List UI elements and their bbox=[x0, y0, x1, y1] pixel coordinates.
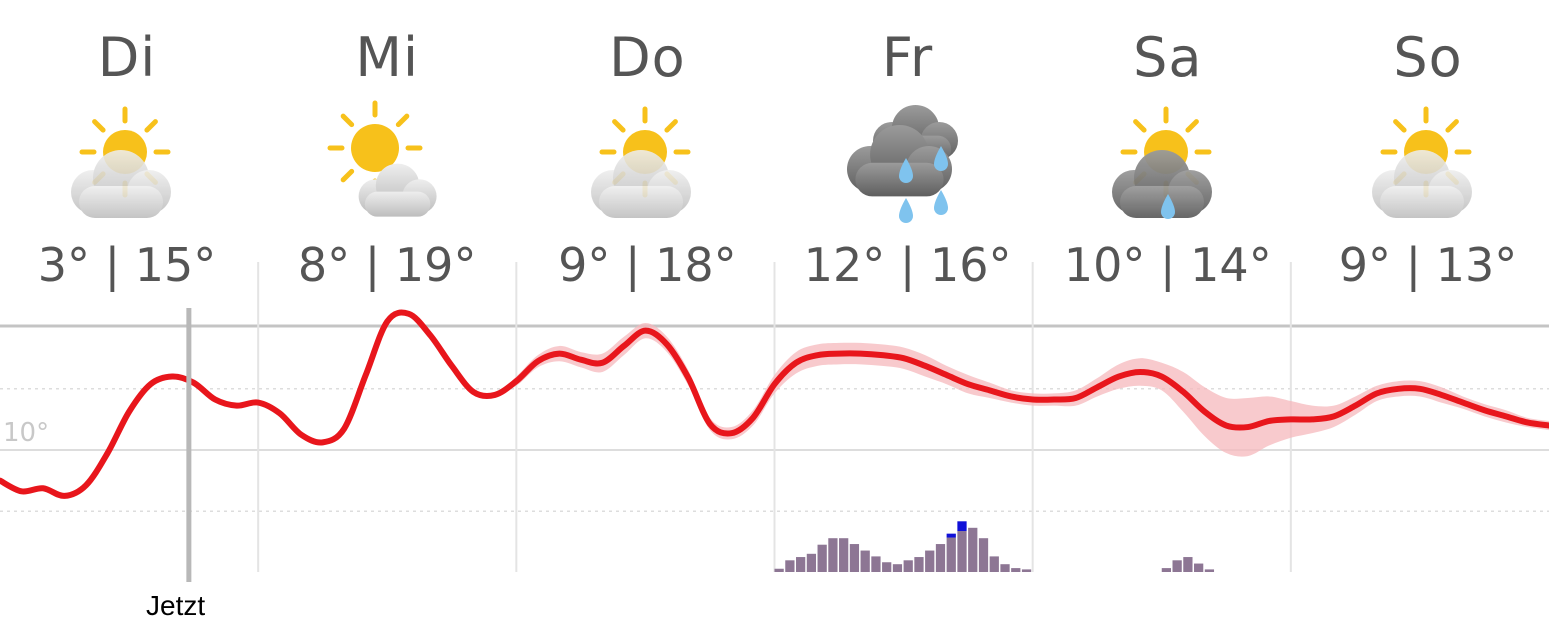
precip-bar bbox=[1183, 557, 1193, 572]
precip-bar bbox=[903, 560, 913, 572]
day-temperature-range: 12° | 16° bbox=[803, 238, 1012, 292]
precip-bar bbox=[1172, 560, 1182, 572]
day-name: Fr bbox=[881, 26, 934, 89]
temperature-chart bbox=[0, 262, 1549, 582]
day-name: Mi bbox=[355, 26, 419, 89]
precip-bar bbox=[892, 564, 903, 572]
day-name: Do bbox=[609, 26, 686, 89]
precip-bar bbox=[957, 531, 967, 572]
sun-small-cloud-icon bbox=[327, 100, 437, 217]
sun-cloud-icon bbox=[1372, 106, 1472, 218]
precip-bar bbox=[1194, 563, 1204, 572]
precip-bar bbox=[796, 557, 806, 572]
precip-bar bbox=[828, 538, 838, 572]
precip-bar bbox=[817, 544, 827, 572]
precip-bar bbox=[989, 556, 999, 572]
sun-cloud-icon bbox=[591, 106, 692, 218]
precip-bar bbox=[968, 527, 978, 572]
precip-bar bbox=[978, 538, 989, 572]
precip-bar bbox=[1161, 568, 1172, 572]
precip-bar bbox=[849, 544, 860, 572]
precip-bar bbox=[1011, 568, 1021, 572]
precip-bar bbox=[1021, 569, 1032, 572]
precip-bar bbox=[1204, 569, 1215, 572]
day-temperature-range: 9° | 13° bbox=[1338, 238, 1518, 292]
precip-bar bbox=[914, 557, 924, 572]
precip-bar bbox=[946, 537, 956, 572]
now-label: Jetzt bbox=[146, 590, 206, 621]
rain-cloud-icon bbox=[846, 105, 958, 223]
day-temperature-range: 8° | 19° bbox=[297, 238, 477, 292]
day-temperature-range: 3° | 15° bbox=[37, 238, 217, 292]
precip-bar bbox=[1000, 564, 1010, 572]
day-name: So bbox=[1393, 26, 1463, 89]
precip-bar-heavy bbox=[957, 521, 967, 532]
sun-dark-cloud-rain-icon bbox=[1111, 106, 1212, 219]
precip-bar bbox=[774, 568, 784, 572]
day-temperature-range: 10° | 14° bbox=[1063, 238, 1272, 292]
day-temperature-range: 9° | 18° bbox=[558, 238, 737, 292]
precip-bar-heavy bbox=[946, 533, 956, 538]
precip-bar bbox=[785, 560, 795, 572]
day-name: Sa bbox=[1133, 26, 1203, 89]
precip-bar bbox=[935, 544, 946, 572]
precip-bar bbox=[839, 538, 849, 572]
sun-cloud-icon bbox=[71, 106, 171, 218]
precip-bar bbox=[806, 553, 817, 572]
precip-bar bbox=[925, 550, 935, 572]
day-name: Di bbox=[97, 26, 157, 89]
precip-bar bbox=[871, 556, 881, 572]
precip-bar bbox=[860, 550, 870, 572]
precip-bar bbox=[882, 562, 892, 572]
y-axis-label-10: 10° bbox=[3, 418, 50, 448]
precipitation-bars bbox=[774, 521, 1215, 572]
